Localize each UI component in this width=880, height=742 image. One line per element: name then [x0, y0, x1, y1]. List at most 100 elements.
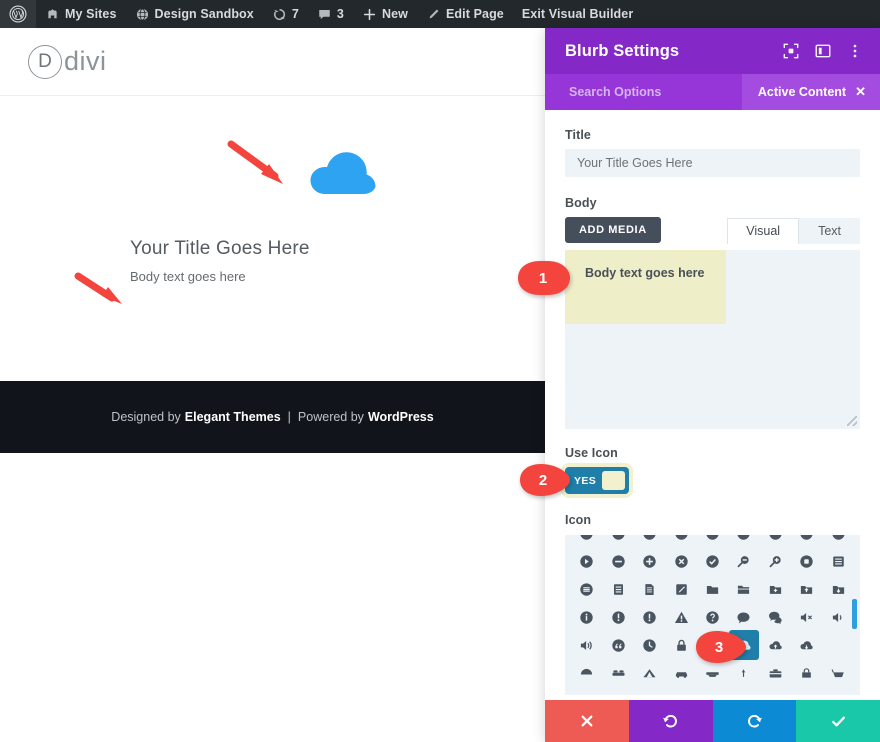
wordpress-logo-icon [9, 5, 27, 23]
tab-text-editor[interactable]: Text [799, 218, 860, 244]
close-icon[interactable]: ✕ [855, 84, 866, 100]
icon-cell-lock-icon[interactable] [665, 631, 696, 659]
add-media-button[interactable]: ADD MEDIA [565, 217, 661, 243]
icon-cell-stop-circle-icon[interactable] [791, 547, 822, 575]
icon-cell-empty[interactable] [823, 631, 854, 659]
icon-cell-clock-icon[interactable] [634, 631, 665, 659]
admin-bar-site-name-label: Design Sandbox [154, 7, 254, 21]
icon-cell-menu-circle-icon[interactable] [571, 575, 602, 603]
more-vertical-icon[interactable] [846, 42, 864, 60]
icon-cell-minus-circle-icon[interactable] [602, 547, 633, 575]
footer-designed-by: Designed by [111, 410, 181, 424]
toggle-knob [602, 471, 625, 490]
footer-platform[interactable]: WordPress [368, 410, 434, 424]
icon-cell-partial[interactable] [697, 535, 728, 547]
icon-cell-cart-icon[interactable] [823, 659, 854, 687]
tab-active-content[interactable]: Active Content ✕ [741, 74, 880, 110]
icon-cell-folder-up-icon[interactable] [791, 575, 822, 603]
icon-cell-zoom-in-icon[interactable] [760, 547, 791, 575]
cancel-button[interactable] [545, 700, 629, 742]
icon-cell-plus-circle-icon[interactable] [634, 547, 665, 575]
icon-cell-partial[interactable] [823, 535, 854, 547]
annotation-marker-2-number: 2 [538, 471, 548, 489]
icon-cell-list-lines-icon[interactable] [602, 575, 633, 603]
icon-cell-cloud-up-icon[interactable] [760, 631, 791, 659]
icon-cell-partial[interactable] [760, 535, 791, 547]
icon-cell-comment-icon[interactable] [728, 603, 759, 631]
admin-bar-exit-visual-builder[interactable]: Exit Visual Builder [513, 0, 642, 28]
icon-cell-x-circle-icon[interactable] [665, 547, 696, 575]
icon-cell-bed-icon[interactable] [602, 659, 633, 687]
redo-button[interactable] [712, 700, 797, 742]
icon-cell-play-circle-icon[interactable] [571, 547, 602, 575]
divi-logo[interactable]: D divi [28, 44, 107, 79]
icon-cell-partial[interactable] [791, 535, 822, 547]
icon-cell-partial[interactable] [728, 535, 759, 547]
panel-layout-icon[interactable] [814, 42, 832, 60]
icon-cell-briefcase-icon[interactable] [760, 659, 791, 687]
icon-cell-folder-icon[interactable] [697, 575, 728, 603]
admin-bar-my-sites[interactable]: My Sites [36, 0, 126, 28]
icon-cell-zoom-out-icon[interactable] [728, 547, 759, 575]
icon-cell-question-circle-icon[interactable] [697, 603, 728, 631]
blurb-title: Your Title Goes Here [130, 238, 310, 259]
icon-cell-check-circle-icon[interactable] [697, 547, 728, 575]
save-button[interactable] [796, 700, 880, 742]
icon-cell-alert-circle-icon[interactable] [634, 603, 665, 631]
icon-cell-volume-mute-icon[interactable] [791, 603, 822, 631]
icon-picker-section: Icon [565, 513, 860, 695]
search-options-input[interactable]: Search Options [545, 74, 742, 110]
icon-cell-tent-icon[interactable] [634, 659, 665, 687]
icon-cell-cloud-down-icon[interactable] [791, 631, 822, 659]
admin-bar-site-name[interactable]: Design Sandbox [126, 0, 263, 28]
body-textarea[interactable]: Body text goes here [565, 250, 860, 429]
tab-visual-editor[interactable]: Visual [727, 218, 800, 244]
focus-target-icon[interactable] [782, 42, 800, 60]
icon-cell-umbrella-icon[interactable] [571, 659, 602, 687]
footer-designer[interactable]: Elegant Themes [185, 410, 281, 424]
icon-cell-car-icon[interactable] [665, 659, 696, 687]
plus-icon [362, 7, 377, 22]
icon-cell-folder-down-icon[interactable] [823, 575, 854, 603]
admin-bar-my-sites-label: My Sites [65, 7, 117, 21]
icon-grid-scrollbar[interactable] [852, 599, 857, 629]
icon-cell-pencil-diagonal-icon[interactable] [665, 575, 696, 603]
icon-grid [565, 535, 860, 687]
icon-cell-quote-circle-icon[interactable] [602, 631, 633, 659]
icon-cell-folder-plus-icon[interactable] [760, 575, 791, 603]
title-input[interactable] [565, 149, 860, 177]
undo-button[interactable] [628, 700, 713, 742]
divi-logo-mark: D [28, 44, 62, 79]
icon-cell-comments-icon[interactable] [760, 603, 791, 631]
icon-cell-partial[interactable] [571, 535, 602, 547]
admin-bar-edit-page[interactable]: Edit Page [417, 0, 513, 28]
admin-bar-comments[interactable]: 3 [308, 0, 353, 28]
use-icon-label: Use Icon [565, 446, 618, 460]
title-field-label: Title [565, 128, 591, 142]
icon-cell-info-circle-icon[interactable] [571, 603, 602, 631]
wp-logo-menu[interactable] [0, 0, 36, 28]
tab-active-content-label: Active Content [757, 85, 847, 99]
admin-bar-updates[interactable]: 7 [263, 0, 308, 28]
annotation-arrow-to-body [74, 272, 122, 304]
icon-cell-folder-open-icon[interactable] [728, 575, 759, 603]
icon-grid-wrapper [565, 535, 860, 695]
use-icon-toggle[interactable]: YES [565, 467, 629, 494]
modal-title: Blurb Settings [565, 41, 680, 60]
icon-cell-volume-high-icon[interactable] [571, 631, 602, 659]
modal-header: Blurb Settings [545, 28, 880, 74]
body-field-label: Body [565, 196, 597, 210]
icon-cell-partial[interactable] [602, 535, 633, 547]
icon-cell-exclamation-circle-icon[interactable] [602, 603, 633, 631]
site-header: D divi [0, 28, 545, 96]
admin-bar-new[interactable]: New [353, 0, 417, 28]
icon-cell-bag-icon[interactable] [791, 659, 822, 687]
icon-cell-partial[interactable] [634, 535, 665, 547]
icon-cell-document-lines-icon[interactable] [634, 575, 665, 603]
icon-cell-volume-low-icon[interactable] [823, 603, 854, 631]
icon-cell-partial[interactable] [665, 535, 696, 547]
annotation-marker-2: 2 [518, 463, 570, 497]
icon-cell-list-box-icon[interactable] [823, 547, 854, 575]
icon-cell-warning-triangle-icon[interactable] [665, 603, 696, 631]
resize-handle[interactable] [847, 416, 857, 426]
